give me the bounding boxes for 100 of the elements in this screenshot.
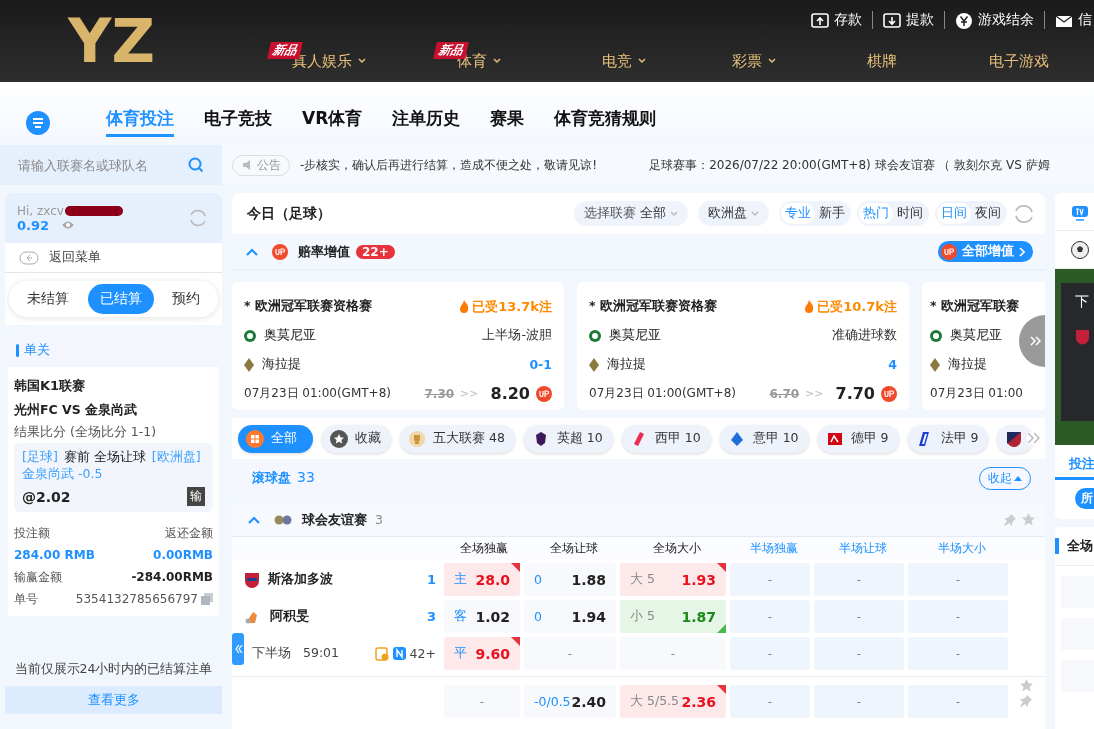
eye-icon[interactable]: [61, 220, 76, 230]
scroll-right-button[interactable]: [1019, 315, 1045, 367]
header-link[interactable]: 提款: [883, 11, 934, 29]
star-icon[interactable]: [1022, 513, 1035, 526]
section-title: 单关: [24, 341, 50, 359]
nav-item[interactable]: 棋牌: [866, 51, 897, 71]
column-header: 半场让球: [838, 539, 888, 557]
pin-icon[interactable]: [1020, 695, 1032, 707]
nav-tab[interactable]: 赛果: [490, 107, 525, 137]
odds-cell: -: [524, 637, 616, 670]
up-arrow-badge-icon: [941, 243, 957, 260]
nav-item[interactable]: 彩票: [732, 51, 776, 71]
league-chip[interactable]: 法甲 9: [907, 424, 989, 453]
video-text: 下: [1075, 293, 1090, 311]
search-icon[interactable]: [188, 157, 204, 173]
amount-value: -284.00RMB: [131, 570, 213, 584]
yen-icon: [955, 11, 973, 29]
team-name: 阿积旻: [270, 608, 309, 625]
refresh-icon[interactable]: [1013, 202, 1035, 225]
soccer-ball-icon[interactable]: [1071, 240, 1089, 259]
copy-icon[interactable]: [201, 593, 213, 605]
nav-tab[interactable]: 注单历史: [392, 107, 461, 137]
league-header[interactable]: 球会友谊赛 3: [232, 503, 1045, 537]
menu-icon[interactable]: [26, 111, 50, 135]
odds-button[interactable]: 0 1.88: [524, 563, 616, 596]
odds-button[interactable]: -0/0.52.40: [524, 685, 616, 718]
league-chip[interactable]: 收藏: [322, 424, 391, 453]
match-time: 07月23日 01:00(GMT+8): [244, 385, 391, 402]
team-name: 奥莫尼亚: [264, 327, 316, 344]
league-chip[interactable]: 意甲 10: [719, 424, 809, 453]
header-link[interactable]: 信: [1055, 11, 1092, 29]
double-chevron-icon[interactable]: [1027, 432, 1041, 444]
deposit-icon: [811, 11, 829, 29]
search-field[interactable]: 请输入联赛名或球队名: [0, 145, 222, 185]
arrow-mark: >>: [805, 387, 824, 400]
popularity-label: 已受10.7k注: [804, 297, 897, 316]
refresh-icon[interactable]: [188, 208, 208, 228]
league-chip[interactable]: 五大联赛 48: [400, 424, 515, 453]
match-time: 07月23日 01:00: [930, 385, 1023, 402]
header-link[interactable]: 存款: [811, 11, 862, 29]
bet-tab[interactable]: 预约: [160, 284, 212, 314]
league-name: 韩国K1联赛: [14, 377, 87, 395]
league-chip[interactable]: [997, 424, 1034, 453]
nav-tab[interactable]: VR体育: [302, 107, 363, 137]
star-icon[interactable]: [1020, 679, 1033, 692]
header-link[interactable]: 游戏结余: [955, 11, 1034, 29]
old-odds: 7.30: [424, 386, 455, 401]
panel-title: 今日（足球）: [247, 204, 331, 223]
match-period: 下半场: [252, 645, 291, 662]
field-label: 单号: [14, 590, 38, 608]
pick-value: 4: [888, 357, 897, 372]
boost-card[interactable]: * 欧洲冠军联赛资格赛 已受13.7k注 奥莫尼亚 上半场-波胆 海拉提 0-1 07月23日 01:00(GMT+8) 7.30 >> 8.20: [232, 282, 564, 410]
toggle-option[interactable]: 夜间: [971, 203, 1005, 224]
toggle-option[interactable]: 新手: [815, 203, 849, 224]
odds-button[interactable]: 小 5 1.87: [620, 600, 726, 633]
odds-button[interactable]: 大 5/5.5 2.36: [620, 685, 726, 718]
more-markets[interactable]: 42+: [409, 646, 436, 661]
nav-tab[interactable]: 体育竞猜规则: [554, 107, 657, 137]
league-chip[interactable]: 德甲 9: [817, 424, 899, 453]
boost-card[interactable]: * 欧洲冠军联赛 奥莫尼亚 海拉提 07月23日 01:00: [922, 282, 1045, 410]
column-header: 全场让球: [549, 539, 599, 557]
logo[interactable]: YZ: [58, 1, 165, 81]
odds-button[interactable]: 平 9.60: [444, 637, 520, 670]
odds-value: @2.02: [22, 488, 71, 505]
odds-select[interactable]: 欧洲盘: [698, 201, 769, 226]
expand-handle[interactable]: [232, 633, 244, 665]
caret-icon: [670, 210, 678, 217]
bet-tab[interactable]: 未结算: [15, 284, 81, 314]
odds-cell: -: [908, 637, 1008, 670]
odds-button[interactable]: 主 28.0: [444, 563, 520, 596]
nav-item[interactable]: 电子游戏: [989, 51, 1049, 71]
odds-cell: -: [814, 637, 904, 670]
popularity-label: 已受13.7k注: [459, 297, 552, 316]
odds-cell: -: [814, 685, 904, 718]
boost-card[interactable]: * 欧洲冠军联赛资格赛 已受10.7k注 奥莫尼亚 准确进球数 海拉提 4 07月23日 01:00(GMT+8) 6.70 >> 7.70: [577, 282, 909, 410]
arrow-mark: >>: [460, 387, 479, 400]
odds-button[interactable]: 0 1.94: [524, 600, 616, 633]
league-select[interactable]: 选择联赛 全部: [574, 201, 688, 226]
new-odds[interactable]: 7.70: [835, 384, 875, 403]
caret-icon: [358, 58, 366, 64]
pin-icon[interactable]: [1004, 513, 1016, 526]
odds-cell: -: [908, 685, 1008, 718]
neutral-badge-icon: [392, 647, 406, 660]
caret-up-icon: [1014, 475, 1022, 481]
back-link[interactable]: 返回菜单: [5, 243, 222, 273]
odds-button[interactable]: 大 5 1.93: [620, 563, 726, 596]
nav-tab[interactable]: 电子竞技: [204, 107, 272, 137]
chevron-icon[interactable]: [246, 247, 258, 256]
league-chip[interactable]: 英超 10: [523, 424, 613, 453]
chevron-icon[interactable]: [248, 515, 260, 524]
odds-button[interactable]: 客 1.02: [444, 600, 520, 633]
up-arrow-badge-icon: [272, 243, 288, 260]
section-title: 赔率增值: [298, 242, 350, 261]
column-header: 半场大小: [937, 539, 987, 557]
league-chip[interactable]: 西甲 10: [621, 424, 711, 453]
toggle-option[interactable]: 时间: [893, 203, 927, 224]
nav-item[interactable]: 电竞: [602, 51, 646, 71]
new-odds[interactable]: 8.20: [490, 384, 530, 403]
bet-type: 赛前 全场让球: [63, 449, 146, 466]
odds-cell: -: [814, 563, 904, 596]
